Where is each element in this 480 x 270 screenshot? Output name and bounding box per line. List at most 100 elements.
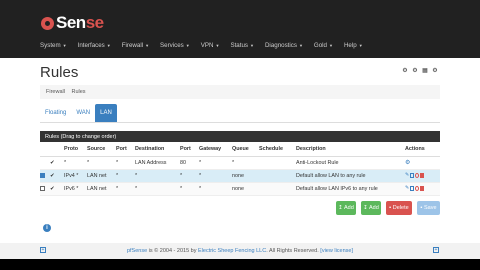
cell-port: *: [116, 156, 135, 170]
breadcrumb: Firewall Rules: [40, 85, 440, 99]
copy-icon[interactable]: [410, 185, 414, 191]
delete-icon[interactable]: [420, 185, 424, 191]
delete-button[interactable]: ▪ Delete: [386, 201, 412, 215]
delete-icon[interactable]: [420, 172, 424, 178]
gear-icon[interactable]: ⚙: [405, 160, 410, 166]
disable-icon[interactable]: [415, 185, 419, 191]
disable-icon[interactable]: [415, 172, 419, 178]
page-title: Rules: [40, 64, 79, 81]
cell-port: *: [116, 182, 135, 196]
col-dport: Port: [180, 142, 199, 157]
col-port: Port: [116, 142, 135, 157]
col-status: [50, 142, 64, 157]
cell-destination: *: [135, 169, 180, 183]
tab-lan[interactable]: LAN: [95, 104, 117, 122]
footer-brand[interactable]: pfSense: [127, 248, 147, 254]
info-icon[interactable]: i: [43, 224, 51, 232]
col-gateway: Gateway: [199, 142, 232, 157]
menu-vpn[interactable]: VPN ▼: [201, 42, 220, 49]
header-icons: ⚙ ⚙ ▦ ⚙: [402, 68, 438, 74]
cell-dport: *: [180, 182, 199, 196]
row-checkbox[interactable]: [40, 185, 45, 191]
cell-dport: *: [180, 169, 199, 183]
cell-description: Default allow LAN to any rule: [296, 169, 405, 183]
status-check-icon[interactable]: ✔: [50, 156, 64, 170]
cell-proto: *: [64, 156, 87, 170]
col-source: Source: [87, 142, 116, 157]
tab-wan[interactable]: WAN: [71, 104, 95, 122]
menu-firewall[interactable]: Firewall ▼: [122, 42, 149, 49]
letterbox-bottom: [0, 259, 480, 270]
cell-proto: IPv4 *: [64, 169, 87, 183]
cell-proto: IPv6 *: [64, 182, 87, 196]
menu-gold[interactable]: Gold ▼: [314, 42, 333, 49]
screen: Sense System ▼ Interfaces ▼ Firewall ▼ Serv…: [0, 0, 480, 270]
breadcrumb-rules: Rules: [71, 89, 86, 95]
menu-diagnostics[interactable]: Diagnostics ▼: [265, 42, 303, 49]
col-proto: Proto: [64, 142, 87, 157]
footer-company-link[interactable]: Electric Sheep Fencing LLC: [198, 248, 266, 254]
row-select-cell: [40, 156, 50, 170]
help-icon[interactable]: ⚙: [432, 68, 438, 74]
status-check-icon[interactable]: ✔: [50, 169, 64, 183]
col-select: [40, 142, 50, 157]
logo-gear-icon: [41, 16, 54, 30]
cell-destination: *: [135, 182, 180, 196]
cell-actions: ✎: [405, 169, 440, 183]
cell-dport: 80: [180, 156, 199, 170]
cell-description: Anti-Lockout Rule: [296, 156, 405, 170]
interface-tabs: Floating WAN LAN: [40, 104, 117, 122]
main-menu: System ▼ Interfaces ▼ Firewall ▼ Services ▼ …: [40, 42, 374, 49]
col-actions: Actions: [405, 142, 440, 157]
tab-floating[interactable]: Floating: [40, 104, 71, 122]
cell-schedule: [259, 156, 296, 170]
menu-system[interactable]: System ▼: [40, 42, 67, 49]
rules-table: Proto Source Port Destination Port Gatew…: [40, 142, 440, 196]
col-description: Description: [296, 142, 405, 157]
edit-icon[interactable]: ✎: [405, 185, 409, 191]
row-select-cell: [40, 169, 50, 183]
cell-source: LAN net: [87, 182, 116, 196]
col-schedule: Schedule: [259, 142, 296, 157]
panel-heading: Rules (Drag to change order): [40, 131, 440, 142]
pfsense-logo[interactable]: Sense: [41, 12, 104, 34]
cell-gateway: *: [199, 169, 232, 183]
menu-help[interactable]: Help ▼: [344, 42, 363, 49]
cell-actions: ✎: [405, 182, 440, 196]
cell-destination: LAN Address: [135, 156, 180, 170]
footer-text: is © 2004 - 2015 by: [147, 248, 198, 254]
logo-text: Sense: [56, 13, 104, 32]
settings-icon[interactable]: ⚙: [402, 68, 408, 74]
cell-queue: *: [232, 156, 259, 170]
save-button[interactable]: ▪ Save: [417, 201, 440, 215]
add-bottom-button[interactable]: ↧ Add: [361, 201, 381, 215]
table-header: Proto Source Port Destination Port Gatew…: [40, 142, 440, 157]
col-queue: Queue: [232, 142, 259, 157]
cell-schedule: [259, 182, 296, 196]
table-row[interactable]: ✔ IPv6 * LAN net * * * * none Default al…: [40, 182, 440, 196]
footer: pfSense is © 2004 - 2015 by Electric She…: [0, 243, 480, 259]
footer-left-icon[interactable]: +: [40, 247, 46, 253]
footer-license-link[interactable]: [view license]: [320, 248, 353, 254]
cell-actions: ⚙: [405, 156, 440, 170]
status-icon[interactable]: ⚙: [412, 68, 418, 74]
add-top-button[interactable]: ↥ Add: [336, 201, 356, 215]
breadcrumb-firewall[interactable]: Firewall: [46, 89, 65, 95]
table-row[interactable]: ✔ IPv4 * LAN net * * * * none Default al…: [40, 169, 440, 183]
log-icon[interactable]: ▦: [422, 68, 428, 74]
table-row[interactable]: ✔ * * * LAN Address 80 * * Anti-Lockout …: [40, 156, 440, 170]
menu-services[interactable]: Services ▼: [160, 42, 190, 49]
menu-interfaces[interactable]: Interfaces ▼: [78, 42, 111, 49]
edit-icon[interactable]: ✎: [405, 172, 409, 178]
cell-queue: none: [232, 182, 259, 196]
cell-port: *: [116, 169, 135, 183]
row-checkbox[interactable]: [40, 172, 45, 178]
col-destination: Destination: [135, 142, 180, 157]
cell-description: Default allow LAN IPv6 to any rule: [296, 182, 405, 196]
footer-right-icon[interactable]: +: [433, 247, 439, 253]
menu-status[interactable]: Status ▼: [230, 42, 254, 49]
status-check-icon[interactable]: ✔: [50, 182, 64, 196]
cell-source: LAN net: [87, 169, 116, 183]
copy-icon[interactable]: [410, 172, 414, 178]
row-select-cell: [40, 182, 50, 196]
